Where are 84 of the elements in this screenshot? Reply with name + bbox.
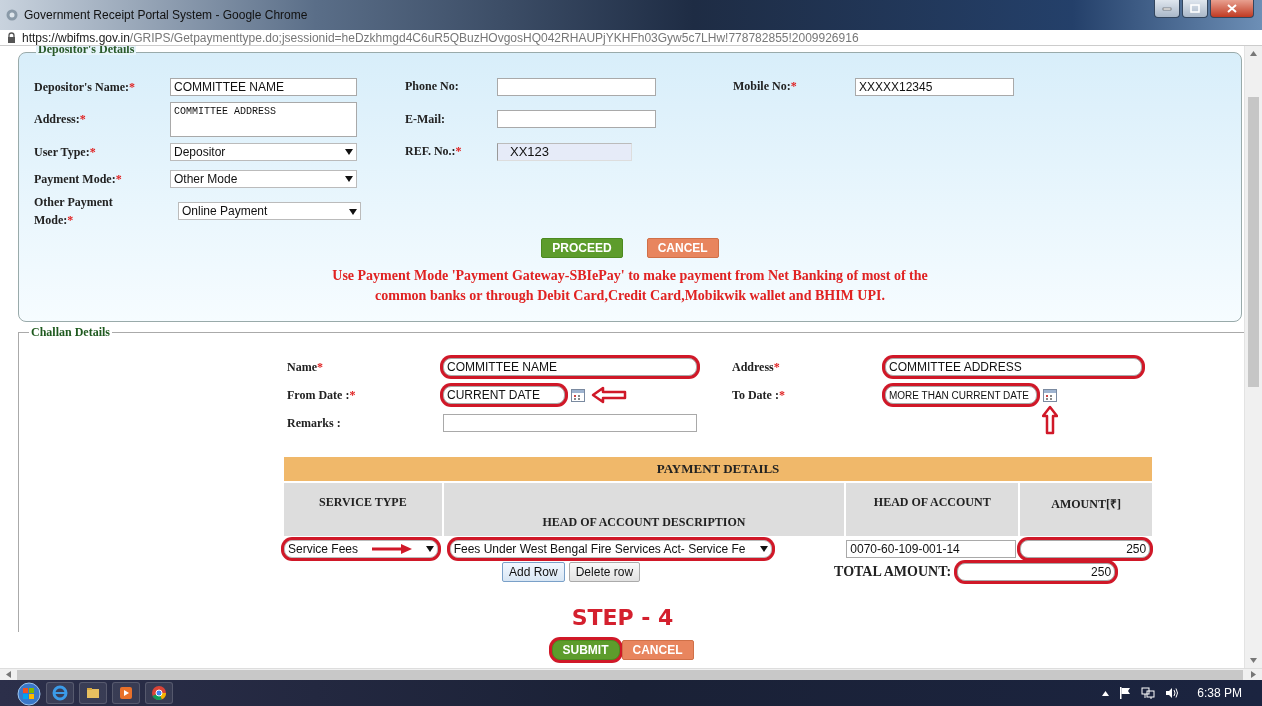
input-field[interactable]: CURRENT DATE <box>443 386 565 404</box>
add-row-button[interactable]: Add Row <box>502 562 565 582</box>
field-label: Depositor's Name:* <box>34 78 136 96</box>
dropdown[interactable]: Other Mode <box>170 169 357 188</box>
dropdown[interactable]: Service Fees <box>284 540 438 558</box>
close-icon <box>1227 4 1237 13</box>
taskbar-button[interactable] <box>112 682 140 704</box>
chrome-icon <box>151 685 167 701</box>
dropdown[interactable]: Online Payment <box>178 202 361 220</box>
lock-icon <box>7 32 16 43</box>
column-header: AMOUNT[₹] <box>1020 483 1152 536</box>
input-field[interactable]: XXXXX12345 <box>855 77 1014 96</box>
column-header: HEAD OF ACCOUNT DESCRIPTION <box>443 483 845 536</box>
caret-icon <box>349 208 357 215</box>
scroll-down-icon[interactable] <box>1250 658 1257 663</box>
notice-text: common banks or through Debit Card,Credit Card,Mobikwik wallet and BHIM UPI. <box>375 288 885 303</box>
media-player-icon <box>118 685 134 701</box>
show-hidden-icons-icon[interactable] <box>1102 690 1110 696</box>
input-field[interactable]: 0070-60-109-001-14 <box>846 540 1017 558</box>
text-area[interactable]: COMMITTEE ADDRESS <box>170 101 357 137</box>
field-label: Address:* <box>34 111 87 128</box>
input-field[interactable]: 250 <box>957 563 1116 581</box>
maximize-icon <box>1190 4 1200 13</box>
dropdown[interactable]: Depositor <box>170 142 357 161</box>
field-label: Name* <box>287 358 323 376</box>
calendar-icon[interactable] <box>571 388 585 402</box>
url-text: /GRIPS/Getpaymenttype.do;jsessionid=heDzkhmgd4C6uR5QBuzHOvgosHQ042RHAUPjYKHFh03Gyw5c7LHw!778782855!2009926916 <box>129 30 859 45</box>
caret-icon <box>426 546 434 552</box>
maximize-button[interactable] <box>1182 0 1208 18</box>
taskbar-button[interactable] <box>145 682 173 704</box>
caret-icon <box>345 149 353 155</box>
taskbar-button[interactable] <box>46 682 74 704</box>
minimize-icon <box>1162 6 1172 11</box>
flag-icon[interactable] <box>1119 687 1132 699</box>
window-title: Government Receipt Portal System - Google Chrome <box>24 8 309 22</box>
input-field[interactable]: COMMITTEE NAME <box>170 77 357 96</box>
dropdown[interactable]: Fees Under West Bengal Fire Services Act- Service Fe <box>449 540 772 558</box>
notice-text: Use Payment Mode 'Payment Gateway-SBIePay' to make payment from Net Banking of most of the <box>332 268 928 283</box>
calendar-icon[interactable] <box>1043 388 1057 402</box>
minimize-button[interactable] <box>1154 0 1180 18</box>
field-label: REF. No.:* <box>405 143 462 160</box>
scroll-left-icon[interactable] <box>6 671 11 678</box>
scroll-up-icon[interactable] <box>1250 51 1257 56</box>
column-header: SERVICE TYPE <box>284 483 442 536</box>
browser-icon <box>6 9 18 21</box>
network-icon[interactable] <box>1141 687 1156 699</box>
folder-icon <box>85 685 101 701</box>
clock-text[interactable]: 6:38 PM <box>1197 686 1242 700</box>
step-label: STEP - 4 <box>571 606 674 630</box>
caret-icon <box>345 176 353 182</box>
field-label: User Type:* <box>34 143 97 161</box>
input-field[interactable] <box>497 110 656 128</box>
delete-row-button[interactable]: Delete row <box>568 562 641 582</box>
input-field[interactable]: MORE THAN CURRENT DATE <box>885 386 1037 404</box>
input-field[interactable] <box>443 414 697 432</box>
windows-logo-icon <box>14 682 44 706</box>
input-field[interactable] <box>497 77 656 96</box>
address-bar[interactable]: https://wbifms.gov.in/GRIPS/Getpaymenttype.do;jsessionid=heDzkhmgd4C6uR5QBuzHOvgosHQ042RHAUPjYKHFh03Gyw5c7LHw!778782855!2009926916 <box>0 30 1262 46</box>
input-field: XX123 <box>497 142 632 161</box>
field-label: Phone No: <box>405 78 459 95</box>
url-text: https://wbifms.gov.in <box>22 30 130 45</box>
scrollbar-thumb[interactable] <box>1248 97 1259 387</box>
field-label: Other Payment Mode:* <box>34 194 114 229</box>
speaker-icon[interactable] <box>1165 687 1180 699</box>
input-field[interactable]: COMMITTEE NAME <box>443 358 697 376</box>
input-field[interactable]: COMMITTEE ADDRESS <box>885 358 1142 376</box>
field-label: From Date :* <box>287 386 356 404</box>
field-label: Remarks : <box>287 414 341 432</box>
field-label: To Date :* <box>732 386 785 404</box>
field-label: Mobile No:* <box>733 78 797 95</box>
caret-icon <box>759 546 768 552</box>
section-title: Challan Details <box>29 325 112 339</box>
taskbar-button[interactable] <box>79 682 107 704</box>
field-label: Address* <box>732 358 780 376</box>
vertical-scrollbar[interactable] <box>1244 46 1262 668</box>
scroll-right-icon[interactable] <box>1251 671 1256 678</box>
column-header: HEAD OF ACCOUNT <box>846 483 1019 536</box>
table-title: PAYMENT DETAILS <box>284 457 1152 481</box>
total-label: TOTAL AMOUNT: <box>834 564 952 580</box>
field-label: E-Mail: <box>405 110 445 128</box>
input-field[interactable]: 250 <box>1020 540 1151 558</box>
close-button[interactable] <box>1210 0 1254 18</box>
field-label: Payment Mode:* <box>34 170 123 188</box>
browser-e-icon <box>52 685 68 701</box>
